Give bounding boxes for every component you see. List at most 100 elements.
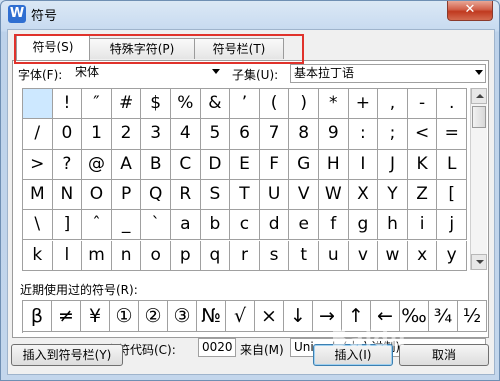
symbol-cell[interactable]: F xyxy=(259,149,290,180)
recent-symbol-cell[interactable]: № xyxy=(197,301,226,332)
symbol-cell[interactable]: v xyxy=(348,240,379,271)
symbol-cell[interactable]: U xyxy=(259,179,290,211)
recent-symbol-cell[interactable]: ¥ xyxy=(81,301,110,332)
symbol-cell[interactable]: % xyxy=(171,89,201,120)
recent-symbol-cell[interactable]: ① xyxy=(110,301,139,332)
symbol-cell[interactable]: c xyxy=(230,210,260,241)
recent-symbol-cell[interactable]: ← xyxy=(371,301,400,332)
recent-symbol-cell[interactable]: ‰ xyxy=(400,301,429,332)
recent-symbol-cell[interactable]: ↓ xyxy=(284,301,313,332)
symbol-cell[interactable]: \ xyxy=(23,210,53,241)
recent-symbol-cell[interactable]: β xyxy=(23,301,52,332)
symbol-cell[interactable]: P xyxy=(111,179,142,211)
symbol-cell[interactable]: e xyxy=(289,210,319,241)
insert-button[interactable]: 插入(I) xyxy=(313,344,393,366)
symbol-cell[interactable]: 4 xyxy=(171,119,201,150)
symbol-cell[interactable]: o xyxy=(141,240,171,271)
symbol-cell[interactable]: B xyxy=(141,149,171,180)
scroll-up-icon[interactable] xyxy=(471,88,487,104)
symbol-cell[interactable]: b xyxy=(200,210,231,241)
symbol-cell[interactable]: i xyxy=(407,210,438,241)
close-button[interactable]: ✕ xyxy=(447,1,493,21)
symbol-cell[interactable]: : xyxy=(348,119,379,150)
insert-to-symbol-bar-button[interactable]: 插入到符号栏(Y) xyxy=(11,344,123,366)
scrollbar-thumb[interactable] xyxy=(472,106,486,128)
scroll-down-icon[interactable] xyxy=(471,254,487,270)
symbol-cell[interactable]: k xyxy=(23,240,53,271)
symbol-cell[interactable]: X xyxy=(348,179,379,211)
symbol-cell[interactable]: @ xyxy=(82,149,112,180)
symbol-cell[interactable]: ] xyxy=(52,210,83,241)
symbol-cell[interactable]: S xyxy=(200,179,231,211)
symbol-cell[interactable]: > xyxy=(23,149,53,180)
symbol-cell[interactable]: + xyxy=(348,89,379,120)
symbol-cell[interactable]: - xyxy=(407,89,438,120)
symbol-cell[interactable]: j xyxy=(437,210,467,241)
symbol-cell[interactable]: _ xyxy=(111,210,142,241)
symbol-cell[interactable]: A xyxy=(111,149,142,180)
recent-symbol-cell[interactable]: ② xyxy=(139,301,168,332)
symbol-cell[interactable]: H xyxy=(319,149,349,180)
character-code-input[interactable]: 0020 xyxy=(198,338,236,357)
symbol-cell[interactable]: 6 xyxy=(230,119,260,150)
recent-symbol-cell[interactable]: ¾ xyxy=(429,301,458,332)
symbol-cell[interactable]: Z xyxy=(407,179,438,211)
title-bar[interactable]: W 符号 ✕ xyxy=(1,1,499,27)
symbol-cell[interactable]: ’ xyxy=(230,89,260,120)
symbol-cell[interactable]: h xyxy=(378,210,408,241)
symbol-cell[interactable]: J xyxy=(378,149,408,180)
tab-special-characters[interactable]: 特殊字符(P) xyxy=(89,38,195,59)
symbol-cell[interactable]: V xyxy=(289,179,319,211)
symbol-cell[interactable]: D xyxy=(200,149,231,180)
tab-symbol-bar[interactable]: 符号栏(T) xyxy=(194,38,284,59)
symbol-cell[interactable]: l xyxy=(52,240,83,271)
symbol-cell[interactable]: ( xyxy=(259,89,290,120)
symbol-cell[interactable]: / xyxy=(23,119,53,150)
symbol-cell[interactable]: & xyxy=(200,89,231,120)
symbol-cell[interactable]: Q xyxy=(141,179,171,211)
symbol-cell[interactable]: 9 xyxy=(319,119,349,150)
symbol-cell[interactable]: [ xyxy=(437,179,467,211)
recent-symbol-cell[interactable]: ③ xyxy=(168,301,197,332)
symbol-cell[interactable]: ) xyxy=(289,89,319,120)
symbol-cell[interactable]: 1 xyxy=(82,119,112,150)
symbol-cell[interactable]: C xyxy=(171,149,201,180)
symbol-cell[interactable]: w xyxy=(378,240,408,271)
symbol-cell[interactable]: ; xyxy=(378,119,408,150)
recent-symbol-cell[interactable]: ↑ xyxy=(342,301,371,332)
symbol-cell[interactable]: r xyxy=(230,240,260,271)
subset-select[interactable]: 基本拉丁语 xyxy=(290,64,486,83)
symbol-cell[interactable]: y xyxy=(437,240,467,271)
symbol-cell[interactable]: W xyxy=(319,179,349,211)
symbol-cell[interactable]: f xyxy=(319,210,349,241)
symbol-cell[interactable]: n xyxy=(111,240,142,271)
symbol-cell[interactable]: $ xyxy=(141,89,171,120)
symbol-cell[interactable]: 2 xyxy=(111,119,142,150)
symbol-cell[interactable]: ` xyxy=(141,210,171,241)
symbol-cell[interactable]: . xyxy=(437,89,467,120)
symbol-cell[interactable]: T xyxy=(230,179,260,211)
symbol-cell[interactable]: # xyxy=(111,89,142,120)
recent-symbol-cell[interactable]: ≠ xyxy=(52,301,81,332)
symbol-cell[interactable]: ˆ xyxy=(82,210,112,241)
symbol-cell[interactable]: K xyxy=(407,149,438,180)
symbol-cell[interactable]: 5 xyxy=(200,119,231,150)
symbol-cell[interactable]: O xyxy=(82,179,112,211)
symbol-cell[interactable] xyxy=(23,89,53,120)
symbol-cell[interactable]: E xyxy=(230,149,260,180)
cancel-button[interactable]: 取消 xyxy=(399,344,489,366)
symbol-cell[interactable]: * xyxy=(319,89,349,120)
symbol-cell[interactable]: ! xyxy=(52,89,83,120)
recent-symbol-cell[interactable]: → xyxy=(313,301,342,332)
symbol-cell[interactable]: a xyxy=(171,210,201,241)
recent-symbol-cell[interactable]: × xyxy=(255,301,284,332)
symbol-cell[interactable]: , xyxy=(378,89,408,120)
font-select[interactable]: 宋体 xyxy=(72,64,222,83)
symbol-cell[interactable]: u xyxy=(319,240,349,271)
recent-symbol-cell[interactable]: ½ xyxy=(458,301,487,332)
recent-symbol-cell[interactable]: √ xyxy=(226,301,255,332)
tab-symbols[interactable]: 符号(S) xyxy=(16,35,90,60)
symbol-cell[interactable]: ″ xyxy=(82,89,112,120)
symbol-cell[interactable]: L xyxy=(437,149,467,180)
symbol-cell[interactable]: = xyxy=(437,119,467,150)
